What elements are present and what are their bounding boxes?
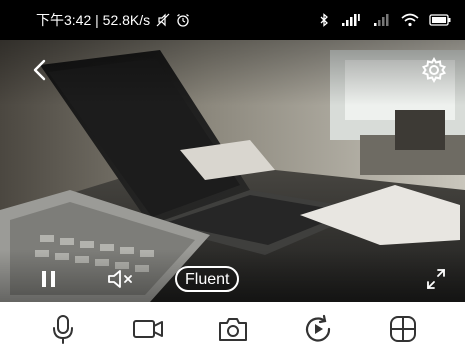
status-right: [317, 13, 451, 27]
replay-icon: [305, 314, 330, 342]
wifi-icon: [401, 13, 419, 27]
alarm-icon: [177, 14, 190, 27]
mute-icon: [108, 270, 132, 288]
status-bar: 下午3:42 | 52.8K/s: [0, 0, 465, 40]
more-button[interactable]: [383, 309, 423, 349]
camera-icon: [218, 318, 247, 341]
back-button[interactable]: [28, 56, 52, 84]
bluetooth-icon: [320, 13, 328, 27]
record-button[interactable]: [128, 309, 168, 349]
mute-button[interactable]: [105, 266, 139, 292]
microphone-icon: [52, 315, 73, 344]
signal-icon: [374, 14, 389, 26]
grid-icon: [389, 316, 416, 342]
fullscreen-button[interactable]: [424, 266, 448, 292]
status-left: 下午3:42 | 52.8K/s: [36, 10, 190, 30]
video-controls: Fluent: [0, 262, 465, 298]
settings-button[interactable]: [420, 56, 448, 84]
camera-live-screen: 下午3:42 | 52.8K/s Fluent: [0, 0, 465, 356]
back-icon: [33, 59, 46, 81]
live-video-view[interactable]: Fluent: [0, 40, 465, 302]
status-time-speed: 下午3:42 | 52.8K/s: [36, 12, 151, 28]
bottom-toolbar: [0, 302, 465, 356]
pause-button[interactable]: [38, 266, 60, 292]
talk-button[interactable]: [43, 309, 83, 349]
quality-toggle-button[interactable]: Fluent: [175, 266, 240, 292]
snapshot-button[interactable]: [213, 309, 253, 349]
video-camera-icon: [132, 320, 163, 338]
battery-icon: [429, 14, 451, 26]
fullscreen-icon: [427, 269, 445, 289]
pause-icon: [42, 271, 55, 287]
signal-hd-icon: [342, 14, 360, 26]
gear-icon: [421, 56, 447, 84]
silent-icon: [156, 13, 170, 27]
playback-button[interactable]: [298, 309, 338, 349]
